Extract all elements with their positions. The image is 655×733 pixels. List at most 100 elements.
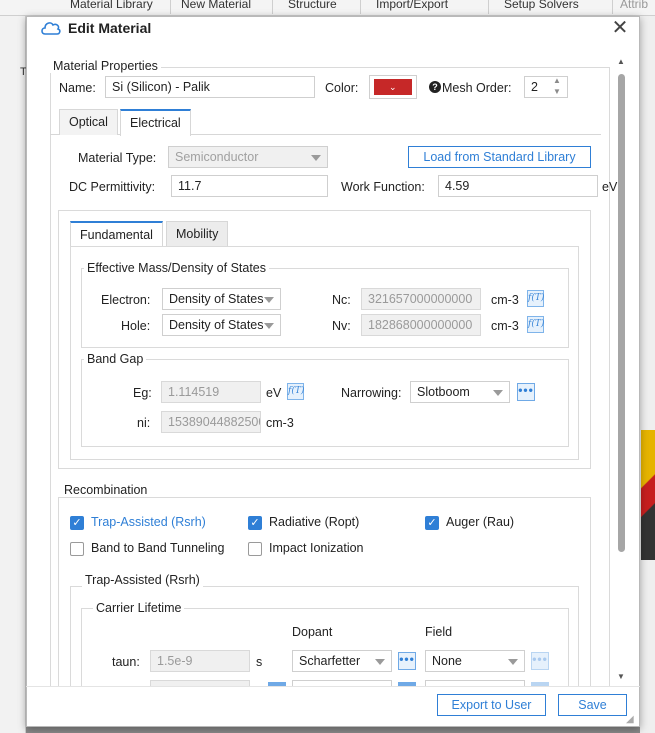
background-structure-preview xyxy=(641,430,655,560)
electron-select[interactable]: Density of States xyxy=(162,288,281,310)
material-type-label: Material Type: xyxy=(78,151,157,165)
menu-separator xyxy=(360,0,361,14)
menu-structure[interactable]: Structure xyxy=(288,0,337,11)
dialog-content: Material Properties Name: Si (Silicon) -… xyxy=(38,56,630,686)
subtab-fundamental[interactable]: Fundamental xyxy=(70,221,163,247)
narrowing-label: Narrowing: xyxy=(341,386,402,400)
save-button[interactable]: Save xyxy=(558,694,627,716)
taun-input[interactable]: 1.5e-9 xyxy=(150,650,250,672)
name-label: Name: xyxy=(59,81,96,95)
taun-label: taun: xyxy=(112,655,140,669)
dialog-title: Edit Material xyxy=(68,20,152,36)
scroll-down-icon[interactable]: ▼ xyxy=(617,672,625,681)
work-function-input[interactable]: 4.59 xyxy=(438,175,598,197)
color-picker[interactable]: ⌄ xyxy=(369,75,417,99)
tab-electrical[interactable]: Electrical xyxy=(120,109,191,136)
eg-input[interactable]: 1.114519 xyxy=(161,381,261,403)
trap-assisted-label: Trap-Assisted (Rsrh) xyxy=(91,515,206,529)
menu-separator xyxy=(488,0,489,14)
electron-label: Electron: xyxy=(101,293,151,307)
ni-label: ni: xyxy=(137,416,151,430)
chevron-down-icon xyxy=(264,323,274,329)
tab-optical[interactable]: Optical xyxy=(59,109,118,135)
eg-unit: eV xyxy=(266,386,282,400)
more-options-icon[interactable]: ••• xyxy=(531,652,549,670)
menu-separator xyxy=(612,0,613,14)
function-icon[interactable]: f(T) xyxy=(287,383,304,400)
nc-unit: cm-3 xyxy=(491,293,519,307)
chevron-down-icon xyxy=(375,659,385,665)
nc-input[interactable]: 321657000000000 xyxy=(361,288,481,310)
menu-separator xyxy=(170,0,171,14)
menu-import-export[interactable]: Import/Export xyxy=(376,0,448,11)
menu-material-library[interactable]: Material Library xyxy=(70,0,153,11)
band-gap-group xyxy=(81,359,569,447)
taun-unit: s xyxy=(256,655,263,669)
hole-label: Hole: xyxy=(121,319,151,333)
radiative-checkbox[interactable]: ✓ xyxy=(248,516,262,530)
menu-attributes[interactable]: Attrib xyxy=(620,0,648,11)
radiative-label: Radiative (Ropt) xyxy=(269,515,360,529)
background-sidebar: Te xyxy=(0,16,32,733)
impact-ionization-label: Impact Ionization xyxy=(269,541,364,555)
field-select[interactable]: None xyxy=(425,650,525,672)
background-viewport xyxy=(640,16,655,733)
chevron-down-icon xyxy=(508,659,518,665)
function-icon[interactable]: f(T) xyxy=(527,290,544,307)
dopant-value: Scharfetter xyxy=(299,654,361,668)
auger-checkbox[interactable]: ✓ xyxy=(425,516,439,530)
export-to-user-button[interactable]: Export to User xyxy=(437,694,546,716)
background-menubar: Material Library New Material Structure … xyxy=(0,0,655,16)
cloud-icon xyxy=(41,22,61,35)
color-swatch: ⌄ xyxy=(374,79,412,95)
carrier-lifetime-group xyxy=(81,608,569,686)
nv-label: Nv: xyxy=(332,319,351,333)
menu-new-material[interactable]: New Material xyxy=(181,0,251,11)
mesh-order-stepper[interactable]: 2 xyxy=(524,76,568,98)
effective-mass-legend: Effective Mass/Density of States xyxy=(84,261,270,275)
hole-value: Density of States xyxy=(169,318,264,332)
stepper-down-icon[interactable]: ▼ xyxy=(553,87,561,96)
electron-value: Density of States xyxy=(169,292,264,306)
subtab-mobility[interactable]: Mobility xyxy=(166,221,229,247)
hole-select[interactable]: Density of States xyxy=(162,314,281,336)
nv-input[interactable]: 182868000000000 xyxy=(361,314,481,336)
dopant-header: Dopant xyxy=(292,625,333,639)
footer-divider xyxy=(26,686,640,687)
impact-ionization-checkbox[interactable] xyxy=(248,542,262,556)
name-input[interactable]: Si (Silicon) - Palik xyxy=(105,76,315,98)
material-properties-legend: Material Properties xyxy=(50,59,161,73)
more-options-icon[interactable]: ••• xyxy=(517,383,535,401)
band-to-band-checkbox[interactable] xyxy=(70,542,84,556)
effective-mass-group xyxy=(81,268,569,348)
stepper-up-icon[interactable]: ▲ xyxy=(553,76,561,85)
scrollbar-thumb[interactable] xyxy=(618,74,625,552)
load-standard-library-button[interactable]: Load from Standard Library xyxy=(408,146,591,168)
dc-permittivity-input[interactable]: 11.7 xyxy=(171,175,328,197)
resize-grip-icon[interactable]: ◢ xyxy=(626,714,634,725)
dopant-select[interactable]: Scharfetter xyxy=(292,650,392,672)
trap-assisted-checkbox[interactable]: ✓ xyxy=(70,516,84,530)
dc-permittivity-label: DC Permittivity: xyxy=(69,180,156,194)
material-type-select[interactable]: Semiconductor xyxy=(168,146,328,168)
trap-assisted-legend: Trap-Assisted (Rsrh) xyxy=(82,573,203,587)
question-circle-icon[interactable]: ? xyxy=(429,81,441,93)
chevron-down-icon xyxy=(493,390,503,396)
chevron-down-icon xyxy=(311,155,321,161)
mesh-order-label: Mesh Order: xyxy=(442,81,512,95)
scroll-up-icon[interactable]: ▲ xyxy=(617,57,625,66)
close-icon[interactable]: ✕ xyxy=(609,17,631,39)
narrowing-select[interactable]: Slotboom xyxy=(410,381,510,403)
auger-label: Auger (Rau) xyxy=(446,515,515,529)
chevron-down-icon: ⌄ xyxy=(389,82,397,92)
menu-setup-solvers[interactable]: Setup Solvers xyxy=(504,0,579,11)
recombination-legend: Recombination xyxy=(61,483,151,497)
ni-input[interactable]: 15389044882500 xyxy=(161,411,261,433)
ni-unit: cm-3 xyxy=(266,416,294,430)
nv-unit: cm-3 xyxy=(491,319,519,333)
more-options-icon[interactable]: ••• xyxy=(398,652,416,670)
field-header: Field xyxy=(425,625,453,639)
function-icon[interactable]: f(T) xyxy=(527,316,544,333)
nc-label: Nc: xyxy=(332,293,351,307)
mesh-order-value: 2 xyxy=(531,80,538,94)
